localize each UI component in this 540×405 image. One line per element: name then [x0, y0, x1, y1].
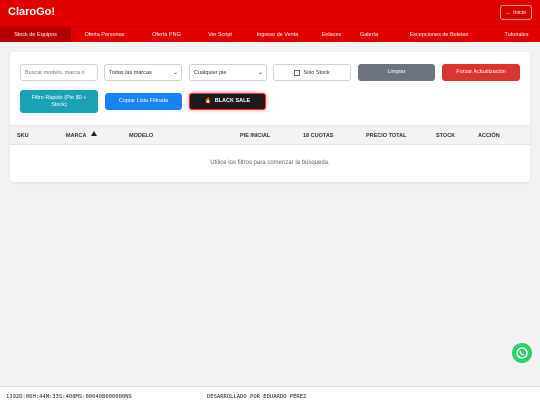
tab-stock-de-equipos[interactable]: Stock de Equipos — [0, 27, 71, 42]
table-header: SKU MARCA MODELO PIE INICIAL 18 CUOTAS P… — [10, 125, 530, 145]
brand-select[interactable]: Todas las marcas ⌄ — [104, 64, 182, 81]
empty-state-message: Utilice los filtros para comenzar la bús… — [210, 160, 330, 166]
column-stock[interactable]: STOCK — [436, 133, 455, 139]
app-logo[interactable]: ClaroGo! — [8, 6, 55, 18]
filtro-rapido-button[interactable]: Filtro Rápido (Pie $0 + Stock) — [20, 90, 98, 113]
tab-galeria[interactable]: Galería — [353, 27, 385, 42]
column-sku[interactable]: SKU — [17, 133, 29, 139]
limpiar-button[interactable]: Limpiar — [358, 64, 435, 81]
forzar-actualizacion-button[interactable]: Forzar Actualización — [442, 64, 520, 81]
whatsapp-icon — [516, 347, 528, 359]
pie-select-value: Cualquier pie — [194, 69, 227, 76]
footer: 1392D:06H:44M:33S:408MS:000408000000NS D… — [0, 386, 540, 405]
column-18-cuotas[interactable]: 18 CUOTAS — [303, 133, 333, 139]
uptime-counter: 1392D:06H:44M:33S:408MS:000408000000NS — [6, 394, 132, 400]
tab-tutoriales[interactable]: Tutoriales — [493, 27, 540, 42]
tab-enlaces[interactable]: Enlaces — [310, 27, 353, 42]
whatsapp-button[interactable] — [512, 343, 532, 363]
solo-stock-label: Solo Stock — [303, 69, 330, 76]
tab-ver-script[interactable]: Ver Script — [195, 27, 245, 42]
checkbox-icon[interactable] — [294, 69, 301, 76]
developer-credit: DESARROLLADO POR EDUARDO PÉREZ — [207, 394, 307, 400]
tab-oferta-png[interactable]: Oferta PNG — [138, 27, 195, 42]
stock-card: Buscar modelo, marca o Todas las marcas … — [10, 52, 530, 182]
chevron-down-icon: ⌄ — [172, 70, 178, 76]
black-sale-button[interactable]: 🔥 BLACK SALE — [189, 93, 266, 110]
home-button[interactable]: ← Inicio — [499, 5, 532, 20]
search-input[interactable]: Buscar modelo, marca o — [20, 64, 98, 81]
home-button-label: Inicio — [513, 9, 526, 16]
arrow-left-icon: ← — [505, 9, 512, 16]
black-sale-label: BLACK SALE — [214, 98, 251, 105]
fire-icon: 🔥 — [204, 98, 212, 105]
tab-oferta-personas[interactable]: Oferta Personas — [71, 27, 138, 42]
column-accion: ACCIÓN — [478, 133, 500, 139]
app-header: ClaroGo! ← Inicio — [0, 0, 540, 26]
pie-select[interactable]: Cualquier pie ⌄ — [189, 64, 267, 81]
chevron-down-icon: ⌄ — [257, 70, 263, 76]
tab-excepciones-de-boletas[interactable]: Excepciones de Boletas — [385, 27, 493, 42]
column-modelo[interactable]: MODELO — [129, 133, 153, 139]
column-pie-inicial[interactable]: PIE INICIAL — [240, 133, 270, 139]
solo-stock-checkbox[interactable]: Solo Stock — [273, 64, 351, 81]
column-marca[interactable]: MARCA — [66, 133, 86, 139]
column-precio-total[interactable]: PRECIO TOTAL — [366, 133, 406, 139]
brand-select-value: Todas las marcas — [109, 69, 152, 76]
sort-asc-icon[interactable] — [91, 131, 97, 136]
main-nav: Stock de Equipos Oferta Personas Oferta … — [0, 26, 540, 42]
tab-ingreso-de-venta[interactable]: Ingreso de Venta — [245, 27, 310, 42]
copiar-lista-button[interactable]: Copiar Lista Filtrada — [105, 93, 182, 110]
